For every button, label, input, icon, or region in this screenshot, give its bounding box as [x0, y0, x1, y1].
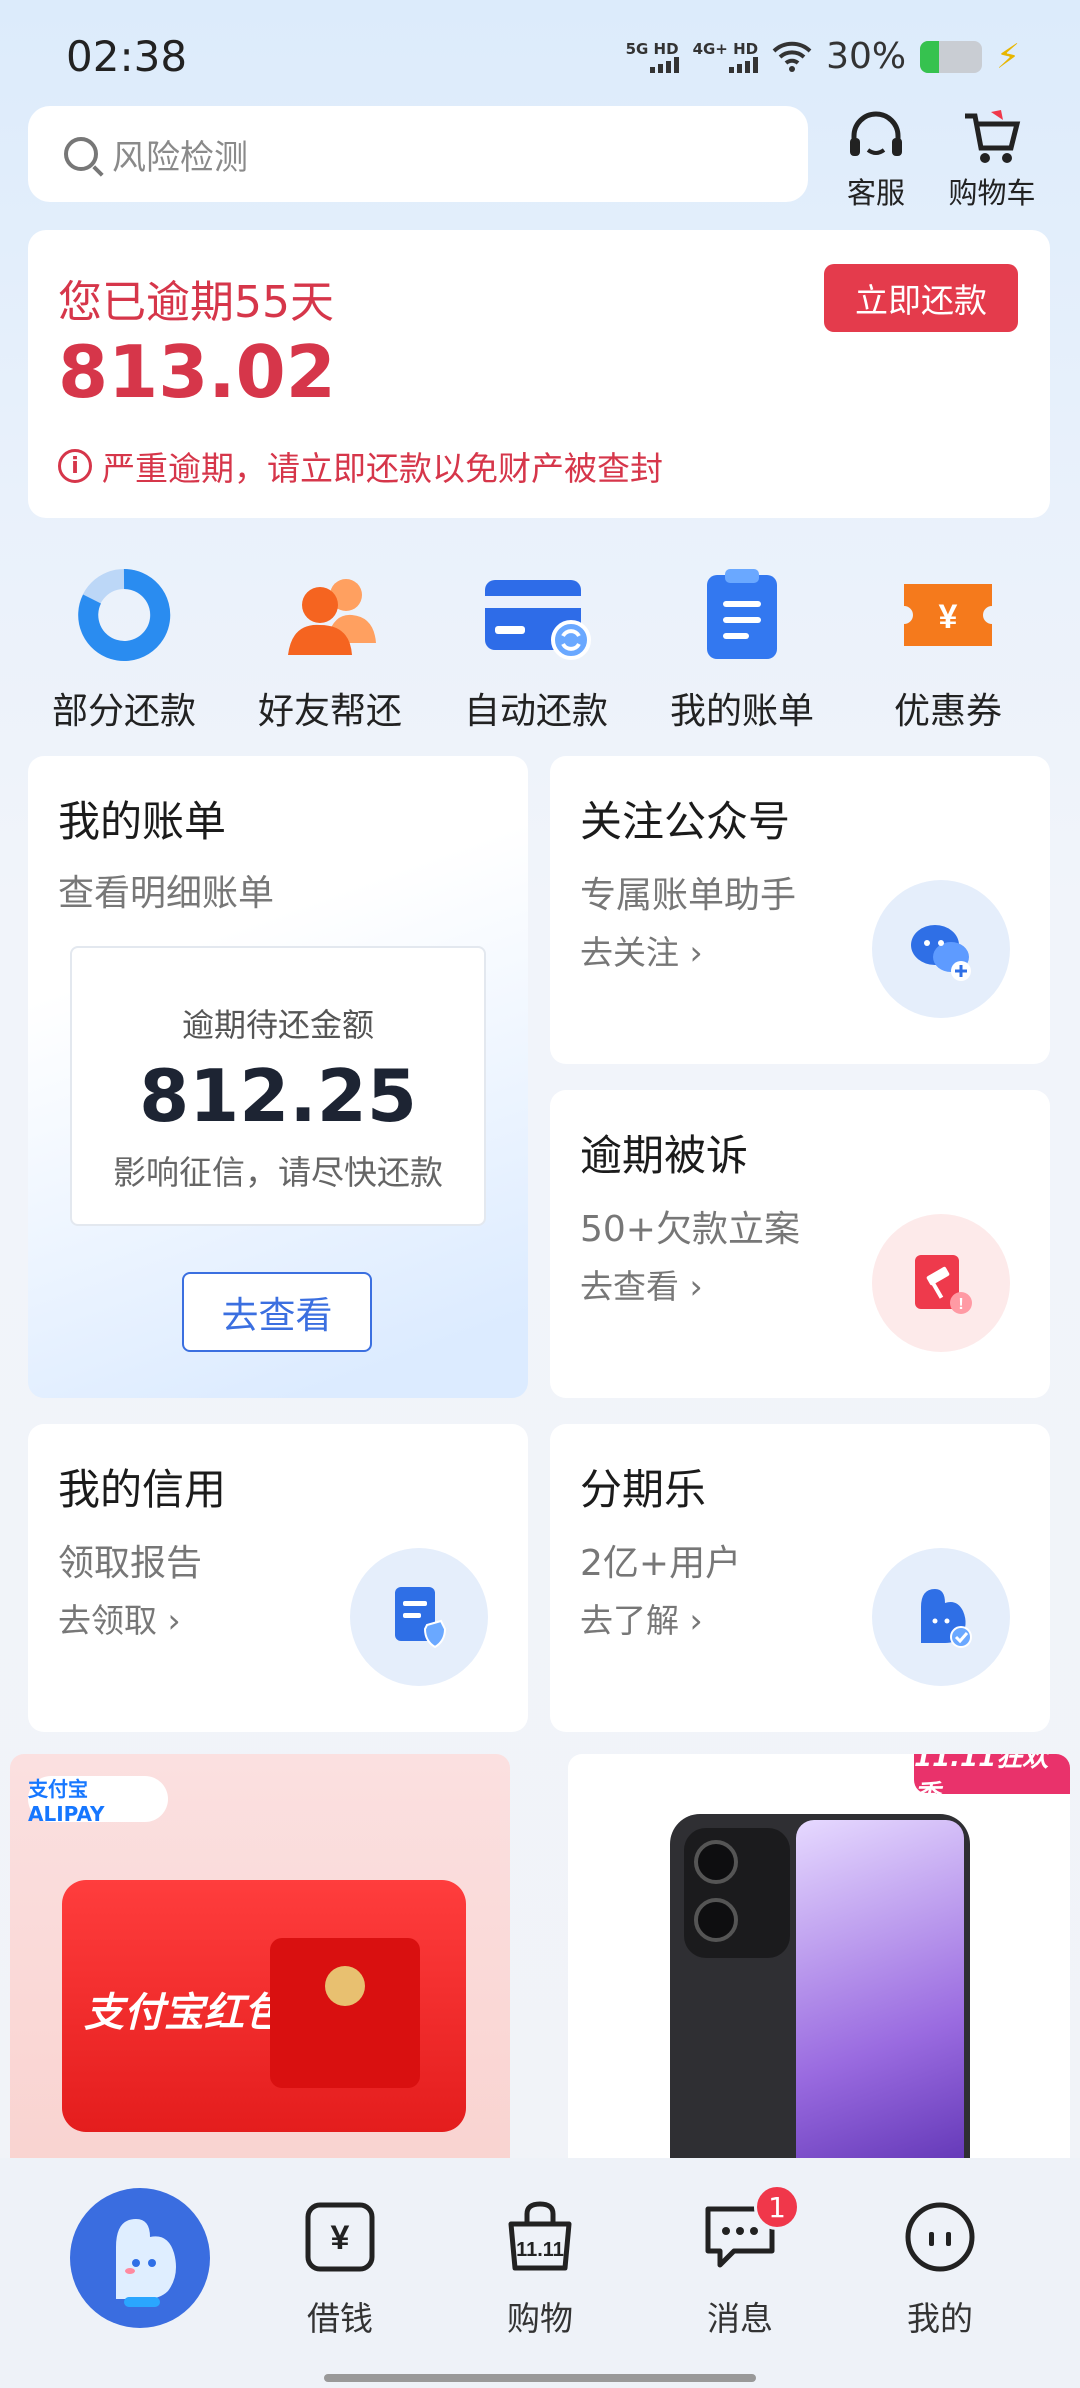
search-placeholder: 风险检测 [112, 137, 248, 178]
installment-card-title: 分期乐 [580, 1465, 707, 1514]
customer-service-button[interactable]: 客服 [816, 106, 936, 212]
cart-label: 购物车 [948, 176, 1036, 210]
red-packet-card: 支付宝红包 [62, 1880, 466, 2132]
installment-link[interactable]: 去了解 › [580, 1594, 703, 1642]
battery-percent: 30% [826, 36, 907, 77]
nav-borrow[interactable]: ¥ 借钱 [260, 2192, 420, 2340]
coupon-icon: ¥ [848, 560, 1048, 670]
view-bill-button[interactable]: 去查看 [182, 1272, 372, 1352]
installment-card-subtitle: 2亿+用户 [580, 1543, 742, 1584]
cart-icon [932, 106, 1052, 170]
profile-face-icon [860, 2192, 1020, 2282]
charging-icon: ⚡ [996, 36, 1020, 77]
auto-card-icon [436, 560, 636, 670]
partial-pie-icon [24, 560, 224, 670]
bill-overdue-label: 逾期待还金额 [181, 1006, 374, 1044]
battery-icon [920, 40, 983, 73]
customer-service-label: 客服 [846, 176, 905, 210]
nav-messages[interactable]: 1 消息 [660, 2184, 820, 2340]
overdue-warning-text: 严重逾期，请立即还款以免财产被查封 [102, 449, 663, 488]
quick-action-coupon[interactable]: ¥ 优惠券 [848, 560, 1048, 734]
bill-overdue-amount: 812.25 [139, 1054, 417, 1138]
installment-mascot-icon [872, 1548, 1010, 1686]
quick-action-auto-repay[interactable]: 自动还款 [436, 560, 636, 734]
wifi-icon [772, 41, 812, 72]
alipay-logo: 支付宝 ALIPAY [28, 1776, 168, 1826]
follow-card-subtitle: 专属账单助手 [580, 875, 797, 916]
nav-mine[interactable]: 我的 [860, 2192, 1020, 2340]
bill-summary: 逾期待还金额 812.25 影响征信，请尽快还款 [70, 946, 486, 1226]
red-envelope-icon [270, 1938, 420, 2088]
follow-card-title: 关注公众号 [580, 797, 791, 846]
credit-card-title: 我的信用 [58, 1465, 227, 1514]
gavel-icon: ! [872, 1214, 1010, 1352]
overdue-warning: i 严重逾期，请立即还款以免财产被查封 [58, 442, 663, 490]
bill-card-title: 我的账单 [58, 797, 227, 846]
bill-overdue-note: 影响征信，请尽快还款 [113, 1153, 443, 1192]
bottom-nav: ¥ 借钱 11.11 购物 1 消息 我的 [0, 2158, 1080, 2388]
home-mascot-button[interactable] [70, 2188, 210, 2328]
lawsuit-card-subtitle: 50+欠款立案 [580, 1209, 800, 1250]
quick-action-partial-repay[interactable]: 部分还款 [24, 560, 224, 734]
follow-account-card[interactable]: 关注公众号 专属账单助手 去关注 › [550, 756, 1050, 1064]
bill-icon [642, 560, 842, 670]
svg-text:11.11: 11.11 [516, 2239, 564, 2261]
status-bar: 02:38 5G HD 4G+ HD 30% ⚡ [0, 0, 1080, 110]
friends-icon [230, 560, 430, 670]
lawsuit-card-title: 逾期被诉 [580, 1131, 749, 1180]
wechat-icon [872, 880, 1010, 1018]
mascot-icon [116, 2219, 176, 2307]
status-time: 02:38 [66, 32, 188, 81]
smartphone-image [670, 1814, 970, 2174]
headset-icon [816, 106, 936, 170]
quick-action-my-bill[interactable]: 我的账单 [642, 560, 842, 734]
nav-shop[interactable]: 11.11 购物 [460, 2192, 620, 2340]
quick-actions: 部分还款 好友帮还 自动还款 我的账单 ¥ 优惠券 [0, 560, 1080, 732]
bill-card[interactable]: 我的账单 查看明细账单 逾期待还金额 812.25 影响征信，请尽快还款 去查看 [28, 756, 528, 1398]
cart-button[interactable]: 购物车 [932, 106, 1052, 212]
quick-action-friend-repay[interactable]: 好友帮还 [230, 560, 430, 734]
info-icon: i [58, 449, 92, 483]
shopping-bag-icon: 11.11 [460, 2192, 620, 2282]
bill-card-subtitle: 查看明细账单 [58, 873, 275, 914]
status-icons: 5G HD 4G+ HD 30% ⚡ [626, 36, 1020, 77]
credit-card[interactable]: 我的信用 领取报告 去领取 › [28, 1424, 528, 1732]
gesture-home-bar[interactable] [324, 2374, 756, 2382]
credit-card-subtitle: 领取报告 [58, 1543, 203, 1584]
svg-text:!: ! [958, 1296, 963, 1313]
repay-now-button[interactable]: 立即还款 [824, 264, 1018, 332]
lawsuit-card[interactable]: 逾期被诉 50+欠款立案 去查看 › ! [550, 1090, 1050, 1398]
search-icon [64, 137, 98, 171]
borrow-yuan-icon: ¥ [260, 2192, 420, 2282]
red-packet-text: 支付宝红包 [84, 1990, 284, 2036]
credit-link[interactable]: 去领取 › [58, 1594, 181, 1642]
installment-card[interactable]: 分期乐 2亿+用户 去了解 › [550, 1424, 1050, 1732]
signal-4g-icon: 4G+ HD [693, 41, 759, 73]
overdue-days: 您已逾期55天 [58, 277, 334, 328]
follow-link[interactable]: 去关注 › [580, 926, 703, 974]
chat-bubble-icon: 1 [660, 2184, 820, 2282]
svg-text:¥: ¥ [939, 598, 958, 636]
alipay-red-packet-banner[interactable]: 支付宝 ALIPAY 支付宝红包 [10, 1754, 510, 2174]
svg-text:¥: ¥ [331, 2219, 350, 2257]
search-bar[interactable]: 风险检测 [28, 106, 808, 202]
overdue-card: 您已逾期55天 813.02 i 严重逾期，请立即还款以免财产被查封 立即还款 [28, 230, 1050, 518]
lawsuit-link[interactable]: 去查看 › [580, 1260, 703, 1308]
signal-5g-icon: 5G HD [626, 41, 679, 73]
messages-badge: 1 [754, 2184, 800, 2230]
phone-promo-banner[interactable]: 11.11狂欢季 [568, 1754, 1070, 2174]
double-eleven-tag: 11.11狂欢季 [914, 1754, 1070, 1810]
overdue-amount: 813.02 [58, 330, 336, 414]
credit-report-icon [350, 1548, 488, 1686]
